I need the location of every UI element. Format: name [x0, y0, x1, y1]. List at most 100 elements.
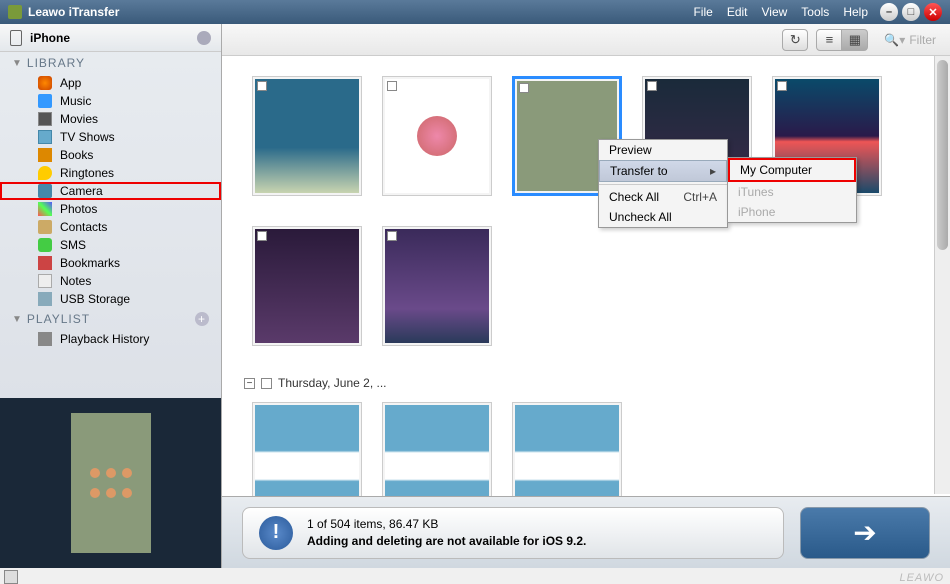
grid-view-button[interactable]: ▦: [842, 29, 868, 51]
search-icon: 🔍▾: [884, 33, 905, 47]
separator: [599, 184, 727, 185]
submenu-my-computer[interactable]: My Computer: [728, 158, 856, 182]
arrow-right-icon: ➔: [853, 516, 876, 549]
books-icon: [38, 148, 52, 162]
status-bar: ! 1 of 504 items, 86.47 KB Adding and de…: [222, 496, 950, 568]
group-checkbox[interactable]: [261, 378, 272, 389]
ctx-transfer-to[interactable]: Transfer to▸: [599, 160, 727, 182]
sidebar-item-movies[interactable]: Movies: [0, 110, 221, 128]
sidebar-item-sms[interactable]: SMS: [0, 236, 221, 254]
sidebar-item-ringtones[interactable]: Ringtones: [0, 164, 221, 182]
menu-view[interactable]: View: [762, 5, 788, 19]
submenu-iphone[interactable]: iPhone: [728, 202, 856, 222]
app-title: Leawo iTransfer: [28, 5, 693, 19]
sidebar-item-tvshows[interactable]: TV Shows: [0, 128, 221, 146]
sidebar-item-playback-history[interactable]: Playback History: [0, 330, 221, 348]
thumbnail[interactable]: [252, 402, 362, 496]
library-header[interactable]: ▼ LIBRARY: [0, 52, 221, 74]
movies-icon: [38, 112, 52, 126]
ringtones-icon: [38, 166, 52, 180]
sidebar-item-usbstorage[interactable]: USB Storage: [0, 290, 221, 308]
sidebar-item-photos[interactable]: Photos: [0, 200, 221, 218]
bookmarks-icon: [38, 256, 52, 270]
notes-icon: [38, 274, 52, 288]
maximize-button[interactable]: □: [902, 3, 920, 21]
search-placeholder: Filter: [909, 33, 936, 47]
menu-help[interactable]: Help: [843, 5, 868, 19]
playback-icon: [38, 332, 52, 346]
device-name: iPhone: [30, 31, 197, 45]
status-count: 1 of 504 items, 86.47 KB: [307, 516, 586, 533]
ctx-uncheck-all[interactable]: Uncheck All: [599, 207, 727, 227]
sms-icon: [38, 238, 52, 252]
checkbox[interactable]: [647, 81, 657, 91]
eject-icon[interactable]: [197, 31, 211, 45]
checkbox[interactable]: [387, 231, 397, 241]
thumbnail[interactable]: [512, 402, 622, 496]
device-icon: [10, 30, 22, 46]
sidebar-item-camera[interactable]: Camera: [0, 182, 221, 200]
status-warning: Adding and deleting are not available fo…: [307, 533, 586, 550]
sidebar-item-bookmarks[interactable]: Bookmarks: [0, 254, 221, 272]
toolbar: ↻ ≡ ▦ 🔍▾ Filter: [222, 24, 950, 56]
preview-thumbnail: [71, 413, 151, 553]
preview-panel: [0, 398, 221, 568]
info-icon: !: [259, 516, 293, 550]
app-icon: [38, 76, 52, 90]
search-field[interactable]: 🔍▾ Filter: [884, 33, 936, 47]
device-row[interactable]: iPhone: [0, 24, 221, 52]
vertical-scrollbar[interactable]: [934, 56, 950, 494]
sidebar-item-music[interactable]: Music: [0, 92, 221, 110]
sidebar: iPhone ▼ LIBRARY App Music Movies TV Sho…: [0, 24, 222, 568]
sidebar-item-app[interactable]: App: [0, 74, 221, 92]
photos-icon: [38, 202, 52, 216]
transfer-submenu: My Computer iTunes iPhone: [727, 157, 857, 223]
menu-tools[interactable]: Tools: [801, 5, 829, 19]
list-view-button[interactable]: ≡: [816, 29, 842, 51]
scrollbar-thumb[interactable]: [937, 60, 948, 250]
checkbox[interactable]: [257, 81, 267, 91]
sidebar-item-notes[interactable]: Notes: [0, 272, 221, 290]
status-info: ! 1 of 504 items, 86.47 KB Adding and de…: [242, 507, 784, 559]
ctx-check-all[interactable]: Check AllCtrl+A: [599, 187, 727, 207]
checkbox[interactable]: [777, 81, 787, 91]
add-playlist-icon[interactable]: +: [195, 312, 209, 326]
close-button[interactable]: ✕: [924, 3, 942, 21]
date-group-header[interactable]: − Thursday, June 2, ...: [244, 376, 920, 390]
sidebar-item-books[interactable]: Books: [0, 146, 221, 164]
submenu-itunes[interactable]: iTunes: [728, 182, 856, 202]
menu-file[interactable]: File: [693, 5, 712, 19]
playlist-header[interactable]: ▼ PLAYLIST +: [0, 308, 221, 330]
checkbox[interactable]: [387, 81, 397, 91]
collapse-icon[interactable]: −: [244, 378, 255, 389]
ctx-preview[interactable]: Preview: [599, 140, 727, 160]
refresh-button[interactable]: ↻: [782, 29, 808, 51]
app-icon: [8, 5, 22, 19]
music-icon: [38, 94, 52, 108]
camera-icon: [38, 184, 52, 198]
collapse-icon: ▼: [12, 58, 23, 69]
tv-icon: [38, 130, 52, 144]
thumbnail[interactable]: [382, 76, 492, 196]
title-bar: Leawo iTransfer File Edit View Tools Hel…: [0, 0, 950, 24]
footer-toggle-button[interactable]: [4, 570, 18, 584]
brand-watermark: LEAWO: [899, 572, 944, 584]
thumbnail[interactable]: [252, 226, 362, 346]
transfer-button[interactable]: ➔: [800, 507, 930, 559]
submenu-arrow-icon: ▸: [710, 164, 716, 178]
menu-bar: File Edit View Tools Help: [693, 5, 868, 19]
content-area: ↻ ≡ ▦ 🔍▾ Filter −: [222, 24, 950, 568]
thumbnail[interactable]: [382, 226, 492, 346]
menu-edit[interactable]: Edit: [727, 5, 748, 19]
date-group-label: Thursday, June 2, ...: [278, 376, 387, 390]
checkbox[interactable]: [257, 231, 267, 241]
minimize-button[interactable]: –: [880, 3, 898, 21]
context-menu: Preview Transfer to▸ Check AllCtrl+A Unc…: [598, 139, 728, 228]
sidebar-item-contacts[interactable]: Contacts: [0, 218, 221, 236]
contacts-icon: [38, 220, 52, 234]
checkbox[interactable]: [519, 83, 529, 93]
collapse-icon: ▼: [12, 314, 23, 325]
thumbnail[interactable]: [382, 402, 492, 496]
thumbnails-area: − Thursday, June 2, ...: [222, 56, 950, 496]
thumbnail[interactable]: [252, 76, 362, 196]
